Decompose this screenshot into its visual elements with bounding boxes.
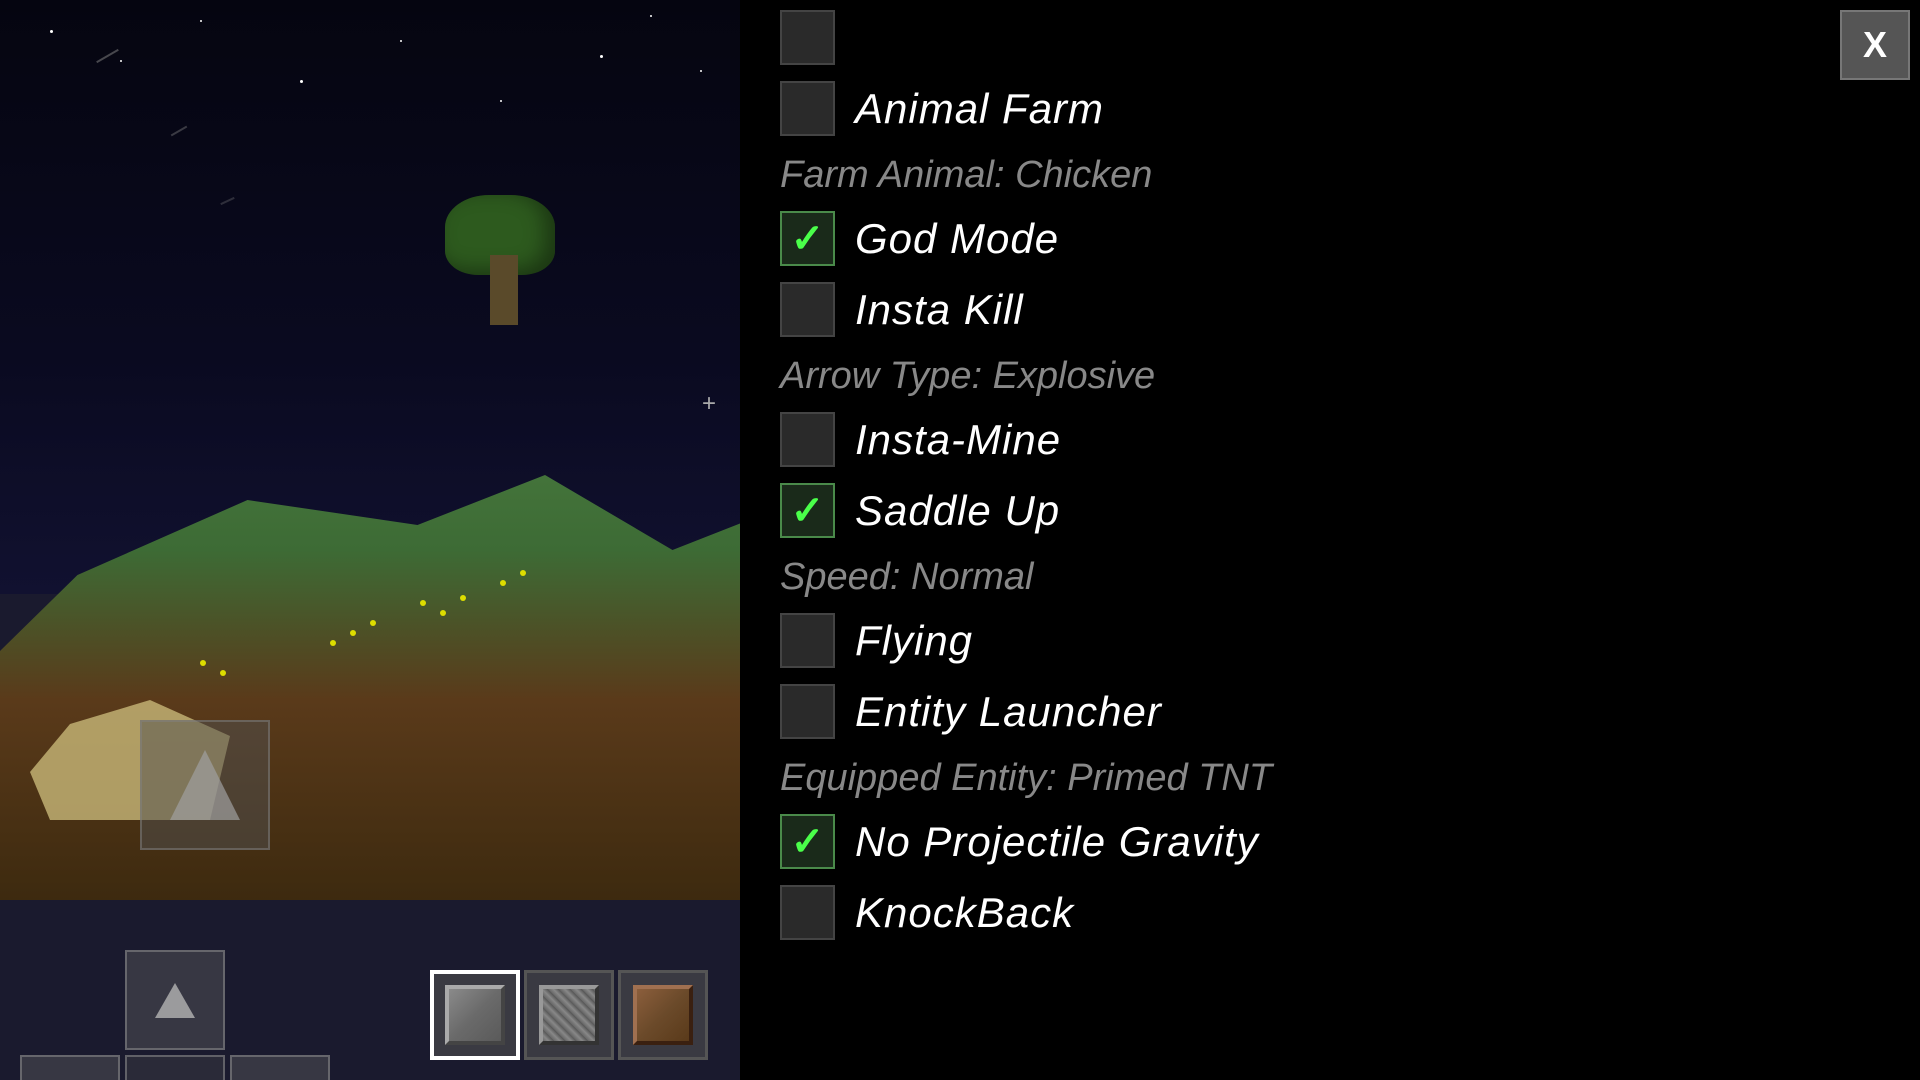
cheat-menu-panel: X Animal Farm Farm Animal: Chicken ✓ God… [740,0,1920,1080]
no-projectile-gravity-item: ✓ No Projectile Gravity [780,806,1880,877]
attack-button[interactable] [140,720,270,850]
entity-launcher-item: Entity Launcher [780,676,1880,747]
ground-dot [370,620,376,626]
star [50,30,53,33]
close-button[interactable]: X [1840,10,1910,80]
god-mode-checkbox[interactable]: ✓ [780,211,835,266]
star [400,40,402,42]
cobblestone-block-icon [539,985,599,1045]
close-label: X [1863,24,1887,66]
flying-label: Flying [855,617,973,665]
partial-checkbox[interactable] [780,10,835,65]
hotbar-slot-2[interactable] [524,970,614,1060]
dirt-block-icon [633,985,693,1045]
dpad-right-button[interactable] [230,1055,330,1080]
terrain [0,400,740,900]
stone-block-icon [445,985,505,1045]
knockback-item: KnockBack [780,877,1880,948]
animal-farm-label: Animal Farm [855,85,1104,133]
insta-kill-label: Insta Kill [855,286,1024,334]
saddle-up-label: Saddle Up [855,487,1060,535]
star [300,80,303,83]
star [500,100,502,102]
dpad-up-button[interactable] [125,950,225,1050]
god-mode-label: God Mode [855,215,1059,263]
saddle-up-item: ✓ Saddle Up [780,475,1880,546]
hotbar-slot-1[interactable] [430,970,520,1060]
insta-mine-checkbox[interactable] [780,412,835,467]
ground-dot [200,660,206,666]
star [600,55,603,58]
ground-dot [220,670,226,676]
no-projectile-gravity-checkbox[interactable]: ✓ [780,814,835,869]
animal-farm-checkbox[interactable] [780,81,835,136]
ground-dot [420,600,426,606]
hotbar [430,970,708,1060]
tree-trunk [490,255,518,325]
knockback-label: KnockBack [855,889,1074,937]
star [200,20,202,22]
equipped-entity-section: Equipped Entity: Primed TNT [780,747,1880,806]
insta-mine-label: Insta-Mine [855,416,1061,464]
hill-green [0,400,740,900]
partial-menu-item [780,10,1880,73]
knockback-checkbox[interactable] [780,885,835,940]
ground-dot [500,580,506,586]
mountain-icon [170,750,240,820]
ground-dot [350,630,356,636]
no-projectile-gravity-label: No Projectile Gravity [855,818,1259,866]
entity-launcher-checkbox[interactable] [780,684,835,739]
saddle-up-checkbox[interactable]: ✓ [780,483,835,538]
insta-kill-item: Insta Kill [780,274,1880,345]
ground-dot [460,595,466,601]
ground-dot [330,640,336,646]
top-partial-item [780,0,1880,73]
ground-dot [440,610,446,616]
flying-checkbox[interactable] [780,613,835,668]
star [700,70,702,72]
farm-animal-section: Farm Animal: Chicken [780,144,1880,203]
star [650,15,652,17]
dpad-center [125,1055,225,1080]
god-mode-checkmark: ✓ [791,219,825,259]
hotbar-slot-3[interactable] [618,970,708,1060]
animal-farm-item: Animal Farm [780,73,1880,144]
insta-kill-checkbox[interactable] [780,282,835,337]
entity-launcher-label: Entity Launcher [855,688,1162,736]
game-viewport: + [0,0,740,1080]
crosshair: + [695,390,723,418]
arrow-type-section: Arrow Type: Explosive [780,345,1880,404]
star [120,60,122,62]
dpad-left-button[interactable] [20,1055,120,1080]
insta-mine-item: Insta-Mine [780,404,1880,475]
god-mode-item: ✓ God Mode [780,203,1880,274]
flying-item: Flying [780,605,1880,676]
speed-section: Speed: Normal [780,546,1880,605]
saddle-up-checkmark: ✓ [791,491,825,531]
up-arrow-icon [155,983,195,1018]
no-projectile-gravity-checkmark: ✓ [791,822,825,862]
ground-dot [520,570,526,576]
